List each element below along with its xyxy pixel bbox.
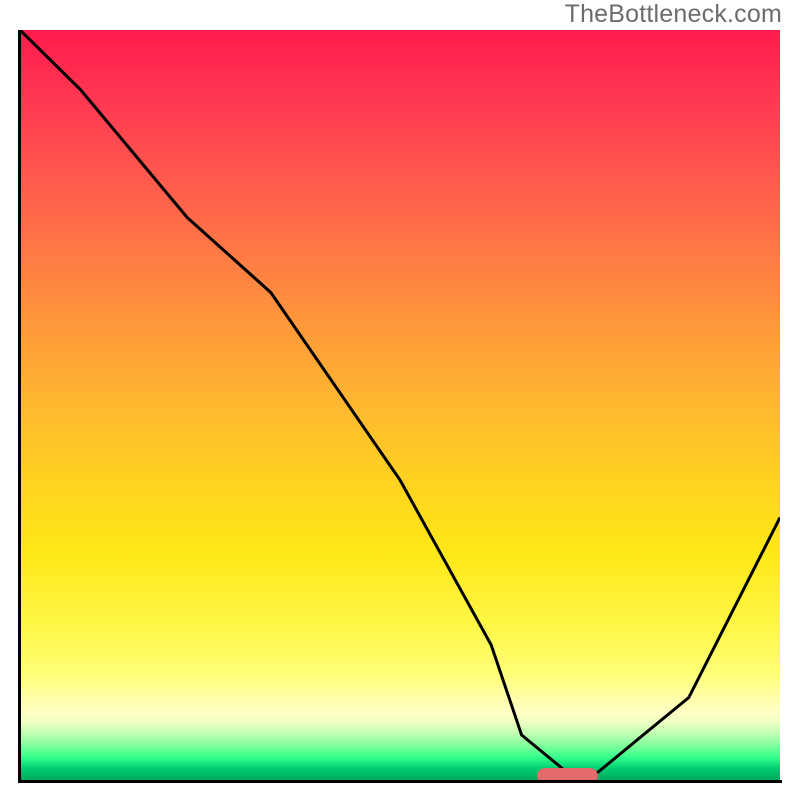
chart-frame: TheBottleneck.com: [0, 0, 800, 800]
plot-area: [20, 30, 780, 780]
watermark-text: TheBottleneck.com: [565, 0, 782, 29]
bottleneck-curve-path: [20, 30, 780, 773]
curve-svg: [20, 30, 780, 780]
x-axis: [18, 780, 782, 783]
optimal-marker: [537, 768, 598, 781]
y-axis: [18, 30, 21, 783]
